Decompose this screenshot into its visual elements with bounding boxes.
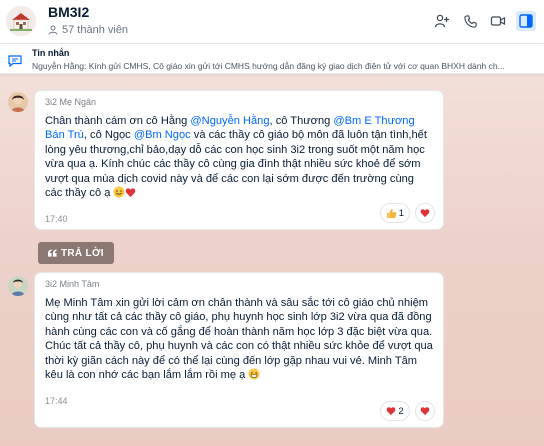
video-call-icon[interactable] (488, 11, 508, 31)
grin-emoji-icon (248, 368, 260, 384)
message-text: Mẹ Minh Tâm xin gửi lời cảm ơn chân thàn… (45, 296, 433, 384)
add-member-icon[interactable] (432, 11, 452, 31)
group-avatar[interactable] (6, 6, 36, 36)
pinned-preview: Nguyễn Hằng: Kính gửi CMHS, Cô giáo xin … (32, 61, 505, 71)
sender-name: 3i2 Minh Tâm (45, 279, 100, 289)
message-time: 17:40 (45, 214, 68, 225)
react-heart-button[interactable] (415, 401, 435, 421)
pinned-title: Tin nhắn (32, 48, 70, 58)
react-heart-button[interactable] (415, 203, 435, 223)
chat-area: 3i2 Mẹ Ngân Chân thành cám ơn cô Hằng @N… (0, 74, 544, 446)
heart-emoji-icon (125, 187, 136, 202)
avatar[interactable] (8, 92, 28, 112)
avatar[interactable] (8, 276, 28, 296)
heart-icon (420, 209, 430, 218)
message-time: 17:44 (45, 396, 68, 407)
mention-link[interactable]: @Nguyễn Hằng (190, 115, 269, 127)
group-name: BM3I2 (48, 4, 90, 20)
thumbs-up-icon (386, 208, 397, 218)
sidebar-toggle-icon[interactable] (516, 11, 536, 31)
member-count-text: 57 thành viên (62, 24, 129, 36)
reaction-count: 1 (398, 207, 404, 219)
reply-label: TRẢ LỜI (61, 247, 104, 259)
reaction-summary[interactable]: 2 (380, 401, 410, 421)
message-text: Chân thành cám ơn cô Hằng @Nguyễn Hằng, … (45, 114, 433, 202)
message-bubble[interactable]: 3i2 Minh Tâm Mẹ Minh Tâm xin gửi lời cảm… (34, 272, 444, 428)
person-icon (48, 25, 58, 35)
chat-header: BM3I2 57 thành viên (0, 0, 544, 44)
smile-emoji-icon (113, 186, 125, 202)
mention-link[interactable]: @Bm Ngọc (134, 129, 191, 141)
member-count[interactable]: 57 thành viên (48, 24, 128, 36)
sender-name: 3i2 Mẹ Ngân (45, 97, 97, 107)
heart-icon (420, 407, 430, 416)
heart-icon (387, 407, 396, 416)
call-icon[interactable] (460, 11, 480, 31)
pinned-message-bar[interactable]: Tin nhắn Nguyễn Hằng: Kính gửi CMHS, Cô … (0, 44, 544, 74)
reply-button[interactable]: TRẢ LỜI (38, 242, 114, 264)
message-bubble[interactable]: 3i2 Mẹ Ngân Chân thành cám ơn cô Hằng @N… (34, 90, 444, 230)
quote-icon (48, 249, 57, 257)
reaction-count: 2 (398, 405, 404, 417)
message-icon (8, 54, 22, 72)
reaction-summary[interactable]: 1 (379, 203, 410, 223)
